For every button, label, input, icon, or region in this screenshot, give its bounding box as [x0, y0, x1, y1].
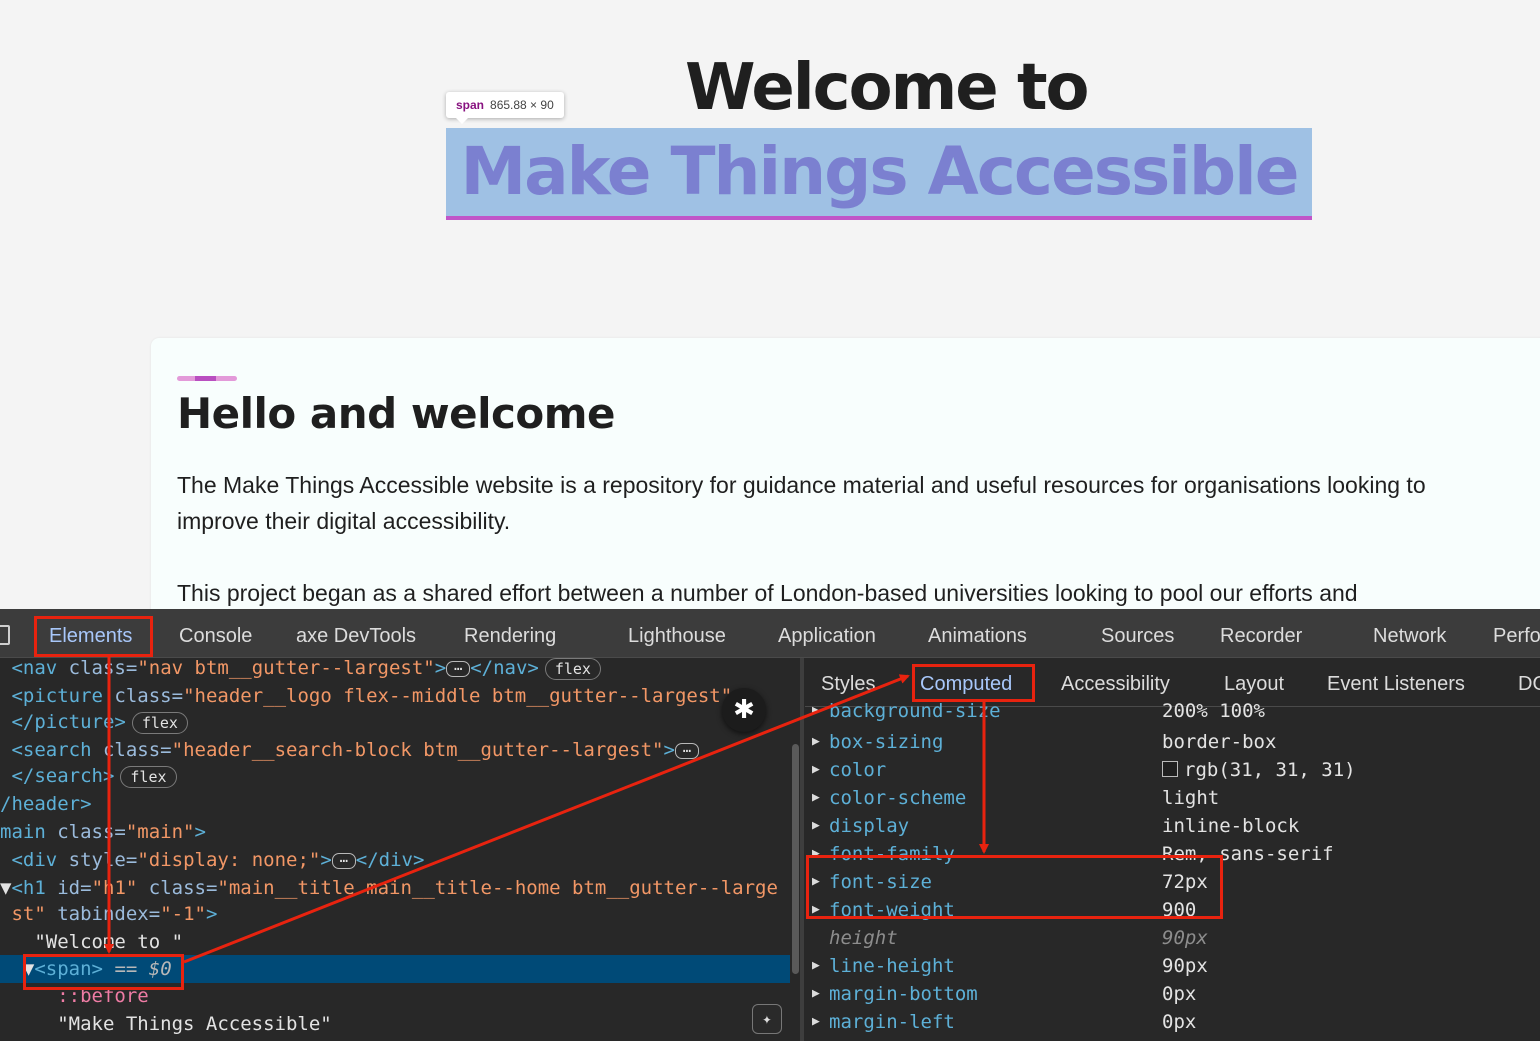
dom-line-main[interactable]: main class="main"> — [0, 818, 206, 846]
tab-recorder[interactable]: Recorder — [1220, 609, 1302, 657]
computed-row[interactable]: ▶ display inline-block — [805, 812, 1540, 840]
collapsed-ellipsis[interactable]: … — [331, 851, 356, 869]
tab-console[interactable]: Console — [179, 609, 252, 657]
computed-row[interactable]: ▶ color-scheme light — [805, 784, 1540, 812]
dom-line-header-close[interactable]: /header> — [0, 790, 92, 818]
tab-network[interactable]: Network — [1373, 609, 1446, 657]
dom-line-text-mta[interactable]: "Make Things Accessible" — [0, 1010, 332, 1038]
computed-row[interactable]: ▶ margin-left 0px — [805, 1008, 1540, 1036]
card-title: Hello and welcome — [177, 389, 616, 438]
tab-axe-devtools[interactable]: axe DevTools — [296, 609, 416, 657]
dom-line-picture-close[interactable]: </picture> flex — [0, 708, 188, 736]
dom-line-div[interactable]: <div style="display: none;">… </div> — [0, 846, 424, 874]
tooltip-tag-name: span — [456, 98, 485, 112]
tab-rendering[interactable]: Rendering — [464, 609, 556, 657]
pane-splitter[interactable] — [800, 658, 804, 1041]
hero-title-span: Make Things Accessible — [460, 133, 1299, 210]
inspect-tooltip: span 865.88 × 90 — [446, 92, 564, 124]
tab-lighthouse[interactable]: Lighthouse — [628, 609, 726, 657]
project-paragraph: This project began as a shared effort be… — [177, 580, 1358, 606]
computed-pane: Styles Computed Accessibility Layout Eve… — [805, 658, 1540, 1041]
dom-line-h1-cont[interactable]: st" tabindex="-1"> — [0, 900, 217, 928]
card-accent-bar — [177, 376, 237, 381]
dom-line-search[interactable]: <search class="header__search-block btm_… — [0, 736, 699, 764]
welcome-card: Hello and welcome The Make Things Access… — [151, 338, 1540, 638]
annotation-box-elements — [34, 616, 153, 657]
inspected-span-highlight: Make Things Accessible — [446, 128, 1312, 220]
devtools-panel: Elements Console axe DevTools Rendering … — [0, 609, 1540, 1041]
intro-paragraph: The Make Things Accessible website is a … — [177, 472, 1426, 534]
ai-assistance-icon[interactable]: ✦ — [752, 1004, 782, 1034]
flex-badge[interactable]: flex — [120, 765, 177, 788]
dom-line-search-close[interactable]: </search> flex — [0, 762, 177, 790]
computed-row[interactable]: ▶ margin-bottom 0px — [805, 980, 1540, 1008]
computed-row[interactable]: height 90px — [805, 924, 1540, 952]
computed-row[interactable]: ▶ color rgb(31, 31, 31) — [805, 756, 1540, 784]
tab-sources[interactable]: Sources — [1101, 609, 1174, 657]
color-swatch[interactable] — [1162, 761, 1178, 777]
dom-line-h1[interactable]: ▼<h1 id="h1" class="main__title main__ti… — [0, 874, 778, 902]
annotation-box-font-props — [806, 855, 1223, 919]
dom-line-text-welcome[interactable]: "Welcome to " — [0, 928, 183, 956]
dom-scrollbar[interactable] — [792, 744, 799, 974]
accessibility-person-icon[interactable]: ✱ — [722, 688, 766, 732]
annotation-box-computed — [912, 664, 1035, 702]
flex-badge[interactable]: flex — [131, 711, 188, 734]
tooltip-dimensions: 865.88 × 90 — [490, 98, 554, 112]
flex-badge[interactable]: flex — [544, 658, 601, 680]
collapsed-ellipsis[interactable]: … — [446, 659, 471, 677]
computed-row[interactable]: ▶ box-sizing border-box — [805, 728, 1540, 756]
collapsed-ellipsis[interactable]: … — [674, 741, 699, 759]
dock-side-icon[interactable] — [0, 625, 10, 645]
dom-line-nav[interactable]: <nav class="nav btm__gutter--largest">… <… — [0, 658, 601, 682]
dom-line-picture[interactable]: <picture class="header__logo flex--middl… — [0, 682, 732, 710]
computed-row[interactable]: ▶ line-height 90px — [805, 952, 1540, 980]
devtools-tab-bar: Elements Console axe DevTools Rendering … — [0, 609, 1540, 658]
tab-animations[interactable]: Animations — [928, 609, 1027, 657]
tab-performance[interactable]: Perfo — [1493, 609, 1540, 657]
annotation-box-span — [23, 954, 184, 990]
computed-row[interactable]: ▶margin-right0px — [805, 1036, 1540, 1041]
hero-title-line1: Welcome to — [685, 51, 1089, 125]
tab-application[interactable]: Application — [778, 609, 876, 657]
